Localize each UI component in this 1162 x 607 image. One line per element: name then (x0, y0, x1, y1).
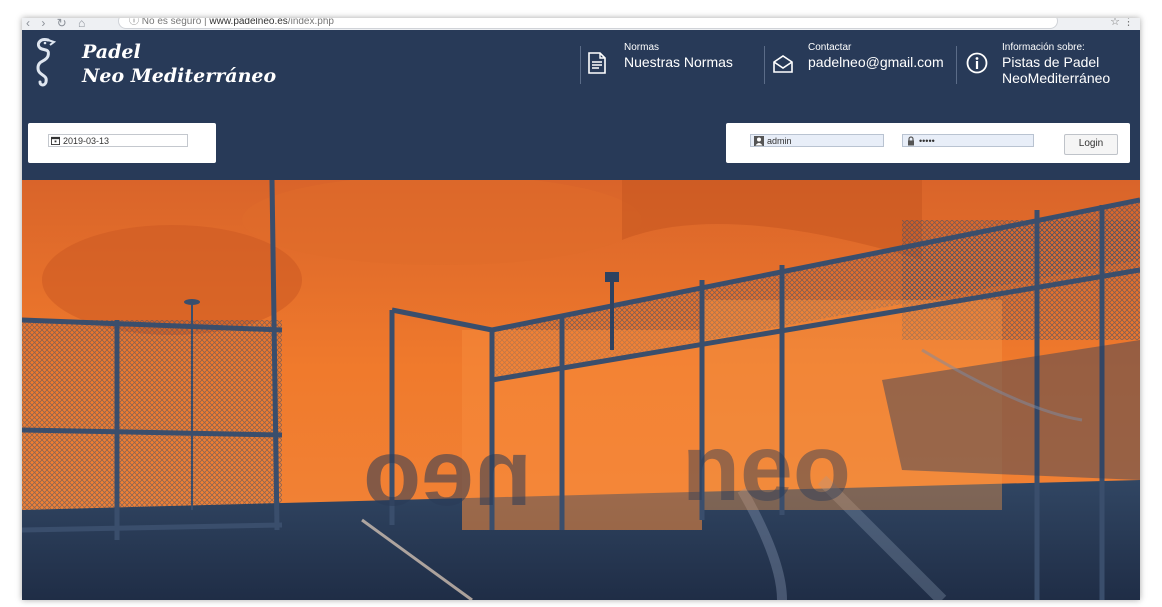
password-value: ••••• (919, 136, 935, 146)
brand-line-2: Neo Mediterráneo (82, 65, 277, 87)
neo-sign-left: neo (363, 420, 532, 526)
date-picker[interactable]: 2019-03-13 (48, 134, 188, 147)
site-header: Padel Neo Mediterráneo Normas Nuestras N… (22, 30, 1140, 114)
info-link[interactable]: Información sobre: Pistas de Padel NeoMe… (1002, 42, 1110, 86)
hero-image: neo neo (22, 180, 1140, 600)
document-icon (588, 52, 606, 74)
browser-nav-buttons[interactable]: ‹ › ↻ ⌂ (26, 18, 89, 30)
brand-line-1: Padel (82, 41, 141, 63)
normas-label: Nuestras Normas (624, 54, 733, 70)
envelope-icon (773, 55, 793, 73)
divider (580, 46, 581, 84)
brand-title[interactable]: Padel Neo Mediterráneo (82, 40, 276, 88)
info-caption: Información sobre: (1002, 42, 1085, 53)
app-window: ‹ › ↻ ⌂ ⓘ No es seguro | www.padelneo.es… (22, 18, 1140, 600)
seahorse-icon[interactable] (30, 36, 58, 90)
normas-caption: Normas (624, 42, 660, 53)
url-path: /index.php (287, 18, 334, 27)
login-panel: admin ••••• Login (726, 123, 1130, 163)
normas-link[interactable]: Normas Nuestras Normas (624, 42, 733, 70)
info-title-1: Pistas de Padel (1002, 54, 1100, 70)
user-icon (754, 136, 764, 146)
neo-sign-right: neo (682, 415, 851, 521)
url-host: www.padelneo.es (209, 18, 288, 27)
username-value: admin (767, 136, 792, 146)
divider (764, 46, 765, 84)
login-button[interactable]: Login (1064, 134, 1118, 155)
username-input[interactable]: admin (750, 134, 884, 147)
lock-icon (908, 136, 914, 146)
password-input[interactable]: ••••• (902, 134, 1034, 147)
date-panel: 2019-03-13 (28, 123, 216, 163)
security-indicator[interactable]: ⓘ No es seguro (129, 18, 201, 27)
address-bar[interactable]: ⓘ No es seguro | www.padelneo.es/index.p… (118, 18, 1058, 29)
contact-email: padelneo@gmail.com (808, 54, 944, 70)
toolbar: 2019-03-13 admin ••••• Login (22, 114, 1140, 180)
date-value: 2019-03-13 (63, 136, 110, 146)
divider (956, 46, 957, 84)
info-title-2: NeoMediterráneo (1002, 70, 1111, 86)
browser-menu-icon[interactable]: ☆ ⋮ (1110, 18, 1134, 28)
calendar-icon (51, 136, 60, 145)
padel-court-photo: neo neo (22, 180, 1140, 600)
info-icon (966, 52, 988, 74)
fence-mesh-left (22, 320, 282, 530)
contact-link[interactable]: Contactar padelneo@gmail.com (808, 42, 944, 70)
contact-caption: Contactar (808, 42, 852, 53)
